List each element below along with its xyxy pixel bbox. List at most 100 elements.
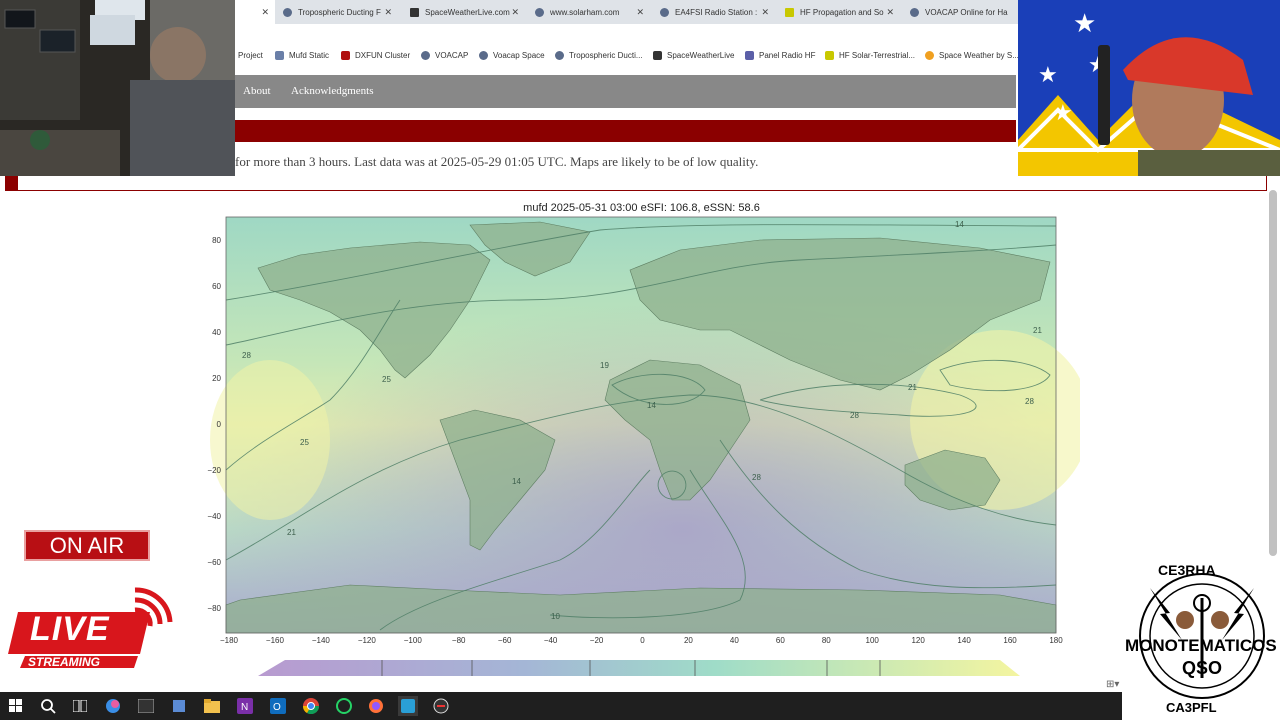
logo-callsign-bottom: CA3PFL — [1166, 700, 1217, 715]
tab-close-icon[interactable]: ✕ — [384, 7, 398, 18]
tab-close-icon[interactable]: ✕ — [886, 7, 900, 18]
x-tick-label: −180 — [220, 636, 239, 645]
chart-icon — [275, 51, 284, 60]
tab-tropospheric[interactable]: Tropospheric Ducting F ✕ — [283, 0, 398, 24]
browser-tab-strip: ✕ Tropospheric Ducting F ✕ SpaceWeatherL… — [235, 0, 1018, 24]
tab-active[interactable]: ✕ — [235, 0, 275, 24]
bookmark-hf-solar[interactable]: HF Solar-Terrestrial... — [825, 51, 915, 60]
y-tick-label: 0 — [217, 420, 222, 429]
app-icon[interactable] — [431, 696, 451, 716]
logo-qso: QSO — [1182, 658, 1223, 678]
chrome-icon[interactable] — [301, 696, 321, 716]
file-explorer-icon[interactable] — [202, 696, 222, 716]
svg-text:★: ★ — [1073, 9, 1096, 39]
x-tick-label: 160 — [1003, 636, 1017, 645]
live-text: LIVE — [30, 610, 110, 648]
y-tick-label: −80 — [207, 604, 221, 613]
tab-solarham[interactable]: www.solarham.com ✕ — [535, 0, 650, 24]
site-nav: About Acknowledgments — [235, 75, 1016, 108]
bookmark-project[interactable]: Project — [238, 51, 263, 60]
outlook-icon[interactable]: O — [268, 696, 288, 716]
bookmark-voacap[interactable]: VOACAP — [421, 51, 468, 60]
x-tick-label: 120 — [911, 636, 925, 645]
onenote-icon[interactable]: N — [235, 696, 255, 716]
on-air-sign: ON AIR — [24, 530, 150, 561]
x-tick-label: −40 — [544, 636, 558, 645]
club-logo: CE3RHA MONOTEMATICOS QSO CA3PFL — [1120, 558, 1280, 720]
y-tick-label: −60 — [207, 558, 221, 567]
hf-icon — [825, 51, 834, 60]
contour-label: 28 — [242, 351, 251, 360]
high-mufd-region — [210, 360, 330, 520]
contour-label: 25 — [382, 375, 391, 384]
bookmark-mufd-static[interactable]: Mufd Static — [275, 51, 329, 60]
svg-text:★: ★ — [1053, 101, 1073, 126]
x-tick-label: −60 — [498, 636, 512, 645]
tab-voacap[interactable]: VOACAP Online for Ha — [910, 0, 1018, 24]
x-tick-label: 60 — [776, 636, 785, 645]
firefox-icon[interactable] — [366, 696, 386, 716]
x-tick-label: 80 — [822, 636, 831, 645]
tab-close-icon[interactable]: ✕ — [511, 7, 525, 18]
globe-icon — [555, 51, 564, 60]
svg-text:★: ★ — [1038, 63, 1058, 88]
task-view-icon[interactable] — [70, 696, 90, 716]
tab-close-icon[interactable]: ✕ — [261, 7, 275, 18]
webcam-feed — [0, 0, 235, 176]
colorbar — [258, 660, 1020, 676]
x-tick-label: 0 — [640, 636, 645, 645]
active-app-icon[interactable] — [398, 696, 418, 716]
bookmark-panel-radio[interactable]: Panel Radio HF — [745, 51, 815, 60]
avatar-image: ★ ★ ★ ★ — [1018, 0, 1280, 176]
page-scrollbar[interactable] — [1269, 190, 1277, 556]
x-tick-label: −140 — [312, 636, 331, 645]
app-icon[interactable] — [169, 696, 189, 716]
streamer-avatar: ★ ★ ★ ★ — [1018, 0, 1280, 176]
contour-label: 28 — [850, 411, 859, 420]
bookmark-dxfun[interactable]: DXFUN Cluster — [341, 51, 410, 60]
system-tray-icon[interactable]: ⊞▾ — [1106, 679, 1119, 690]
y-tick-label: 40 — [212, 328, 221, 337]
y-tick-label: 60 — [212, 282, 221, 291]
x-tick-label: 100 — [866, 636, 880, 645]
alert-header-bar — [235, 120, 1016, 142]
tab-hf-propagation[interactable]: HF Propagation and So ✕ — [785, 0, 900, 24]
alert-box-border — [5, 175, 1267, 191]
x-tick-label: 180 — [1049, 636, 1063, 645]
data-warning-text: for more than 3 hours. Last data was at … — [235, 154, 759, 169]
tab-ea4fsi[interactable]: EA4FSI Radio Station : ✕ — [660, 0, 775, 24]
spaceweather-icon — [410, 7, 419, 17]
terminal-icon[interactable] — [136, 696, 156, 716]
radio-icon — [745, 51, 754, 60]
bookmark-tropospheric[interactable]: Tropospheric Ducti... — [555, 51, 643, 60]
address-bar-area — [235, 24, 1018, 46]
copilot-icon[interactable] — [103, 696, 123, 716]
tab-close-icon[interactable]: ✕ — [761, 7, 775, 18]
tab-spaceweatherlive[interactable]: SpaceWeatherLive.com ✕ — [410, 0, 525, 24]
whatsapp-icon[interactable] — [334, 696, 354, 716]
search-icon[interactable] — [38, 696, 58, 716]
alert-box-marker — [5, 176, 18, 190]
live-streaming-badge: LIVE STREAMING — [0, 582, 175, 674]
sun-icon — [925, 51, 934, 60]
bookmark-spaceweatherlive[interactable]: SpaceWeatherLive — [653, 51, 734, 60]
hf-icon — [785, 7, 794, 17]
x-tick-label: −20 — [590, 636, 604, 645]
colorbar-fill — [258, 660, 1020, 676]
bookmark-space-weather[interactable]: Space Weather by S... — [925, 51, 1019, 60]
nav-about[interactable]: About — [243, 85, 271, 97]
x-tick-label: 20 — [684, 636, 693, 645]
windows-start-icon[interactable] — [6, 696, 26, 716]
svg-text:N: N — [241, 702, 248, 713]
x-tick-label: −100 — [404, 636, 423, 645]
nav-acknowledgments[interactable]: Acknowledgments — [291, 85, 373, 97]
tab-close-icon[interactable]: ✕ — [636, 7, 650, 18]
contour-label: 21 — [908, 383, 917, 392]
x-tick-label: −80 — [452, 636, 466, 645]
x-tick-label: −160 — [266, 636, 285, 645]
logo-club-name: MONOTEMATICOS — [1125, 636, 1277, 655]
globe-icon — [660, 7, 669, 17]
bookmark-voacap-space[interactable]: Voacap Space — [479, 51, 545, 60]
contour-label: 14 — [512, 477, 521, 486]
logo-callsign-top: CE3RHA — [1158, 562, 1216, 578]
